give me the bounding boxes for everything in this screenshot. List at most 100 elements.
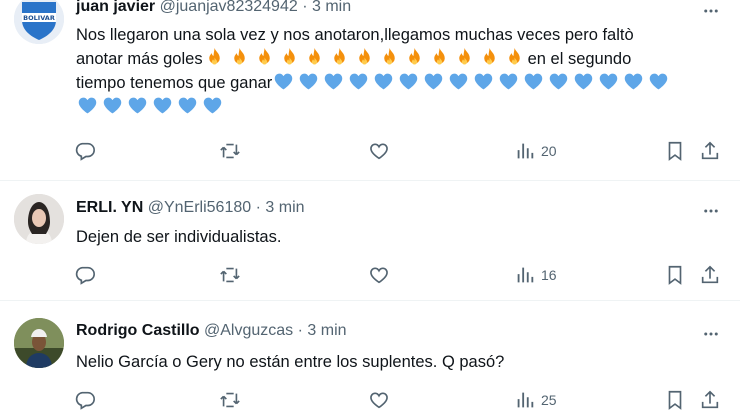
- views-icon: [514, 264, 536, 286]
- action-bar: 16: [74, 263, 730, 287]
- more-icon[interactable]: [700, 325, 722, 343]
- fire-emoji-icon: [328, 47, 351, 68]
- views-button[interactable]: 16: [514, 263, 557, 287]
- bookmark-button[interactable]: [664, 139, 686, 163]
- reply-button[interactable]: [74, 263, 96, 287]
- display-name[interactable]: Rodrigo Castillo: [76, 322, 200, 339]
- handle[interactable]: @YnErli56180: [148, 199, 251, 216]
- blue-heart-emoji-icon: [622, 71, 645, 92]
- fire-emoji-icon: [403, 47, 426, 68]
- blue-heart-emoji-icon: [497, 71, 520, 92]
- avatar[interactable]: BOLIVAR: [14, 0, 64, 44]
- heart-emoji-row: [272, 74, 672, 92]
- retweet-button[interactable]: [219, 263, 241, 287]
- fire-emoji-icon: [303, 47, 326, 68]
- tweet-text-fragment: en el segundo: [527, 50, 632, 68]
- bookmark-button[interactable]: [664, 263, 686, 287]
- share-icon: [699, 140, 721, 162]
- blue-heart-emoji-icon: [397, 71, 420, 92]
- heart-icon: [368, 140, 390, 162]
- tweet[interactable]: ERLI. YN @YnErli56180 · 3 min Dejen de s…: [0, 180, 740, 301]
- tweet-text-line: anotar más goles en el segundo: [76, 47, 716, 71]
- share-button[interactable]: [699, 139, 721, 163]
- tweet[interactable]: Rodrigo Castillo @Alvguzcas · 3 min Neli…: [0, 300, 740, 420]
- tweet-text: Nelio García o Gery no están entre los s…: [76, 353, 505, 371]
- retweet-button[interactable]: [219, 388, 241, 412]
- fire-emoji-row: [203, 50, 528, 68]
- reply-icon: [74, 264, 96, 286]
- tweet-header: ERLI. YN @YnErli56180 · 3 min: [76, 199, 305, 217]
- heart-icon: [368, 264, 390, 286]
- blue-heart-emoji-icon: [126, 95, 149, 116]
- blue-heart-emoji-icon: [422, 71, 445, 92]
- like-button[interactable]: [368, 263, 390, 287]
- blue-heart-emoji-icon: [76, 95, 99, 116]
- views-count: 25: [541, 392, 557, 408]
- retweet-button[interactable]: [219, 139, 241, 163]
- fire-emoji-icon: [353, 47, 376, 68]
- views-count: 16: [541, 267, 557, 283]
- handle[interactable]: @Alvguzcas: [204, 322, 293, 339]
- retweet-icon: [219, 264, 241, 286]
- like-button[interactable]: [368, 139, 390, 163]
- tweet-text-line: tiempo tenemos que ganar: [76, 71, 716, 95]
- blue-heart-emoji-icon: [297, 71, 320, 92]
- blue-heart-emoji-icon: [522, 71, 545, 92]
- bookmark-button[interactable]: [664, 388, 686, 412]
- tweet-header: juan javier @juanjav82324942 · 3 min: [76, 0, 351, 16]
- views-icon: [514, 389, 536, 411]
- share-button[interactable]: [699, 263, 721, 287]
- avatar[interactable]: [14, 318, 64, 368]
- club-crest-icon: BOLIVAR: [14, 0, 64, 44]
- blue-heart-emoji-icon: [547, 71, 570, 92]
- tweet-header: Rodrigo Castillo @Alvguzcas · 3 min: [76, 322, 347, 340]
- views-icon: [514, 140, 536, 162]
- fire-emoji-icon: [428, 47, 451, 68]
- reply-icon: [74, 140, 96, 162]
- more-icon[interactable]: [700, 202, 722, 220]
- handle[interactable]: @juanjav82324942: [160, 0, 298, 15]
- reply-button[interactable]: [74, 139, 96, 163]
- tweet-text-line: Nos llegaron una sola vez y nos anotaron…: [76, 26, 634, 44]
- blue-heart-emoji-icon: [272, 71, 295, 92]
- tweet[interactable]: BOLIVAR juan javier @juanjav82324942 · 3…: [0, 0, 740, 181]
- blue-heart-emoji-icon: [322, 71, 345, 92]
- blue-heart-emoji-icon: [472, 71, 495, 92]
- tweet-text-fragment: tiempo tenemos que ganar: [76, 74, 273, 92]
- reply-icon: [74, 389, 96, 411]
- views-button[interactable]: 20: [514, 139, 557, 163]
- share-icon: [699, 264, 721, 286]
- tweet-text-fragment: anotar más goles: [76, 50, 203, 68]
- bookmark-icon: [664, 264, 686, 286]
- display-name[interactable]: juan javier: [76, 0, 155, 15]
- timestamp[interactable]: 3 min: [265, 199, 304, 216]
- blue-heart-emoji-icon: [647, 71, 670, 92]
- fire-emoji-icon: [228, 47, 251, 68]
- like-button[interactable]: [368, 388, 390, 412]
- retweet-icon: [219, 140, 241, 162]
- display-name[interactable]: ERLI. YN: [76, 199, 143, 216]
- more-icon[interactable]: [700, 2, 722, 20]
- timestamp[interactable]: 3 min: [312, 0, 351, 15]
- fire-emoji-icon: [278, 47, 301, 68]
- blue-heart-emoji-icon: [572, 71, 595, 92]
- reply-button[interactable]: [74, 388, 96, 412]
- blue-heart-emoji-icon: [101, 95, 124, 116]
- bookmark-icon: [664, 140, 686, 162]
- blue-heart-emoji-icon: [447, 71, 470, 92]
- tweet-text-line: [76, 95, 716, 119]
- action-bar: 25: [74, 388, 730, 412]
- views-button[interactable]: 25: [514, 388, 557, 412]
- timestamp[interactable]: 3 min: [307, 322, 346, 339]
- share-icon: [699, 389, 721, 411]
- bookmark-icon: [664, 389, 686, 411]
- separator: ·: [302, 0, 308, 15]
- blue-heart-emoji-icon: [597, 71, 620, 92]
- fire-emoji-icon: [253, 47, 276, 68]
- heart-icon: [368, 389, 390, 411]
- share-button[interactable]: [699, 388, 721, 412]
- separator: ·: [255, 199, 261, 216]
- tweet-text: Dejen de ser individualistas.: [76, 228, 282, 246]
- fire-emoji-icon: [503, 47, 526, 68]
- avatar[interactable]: [14, 194, 64, 244]
